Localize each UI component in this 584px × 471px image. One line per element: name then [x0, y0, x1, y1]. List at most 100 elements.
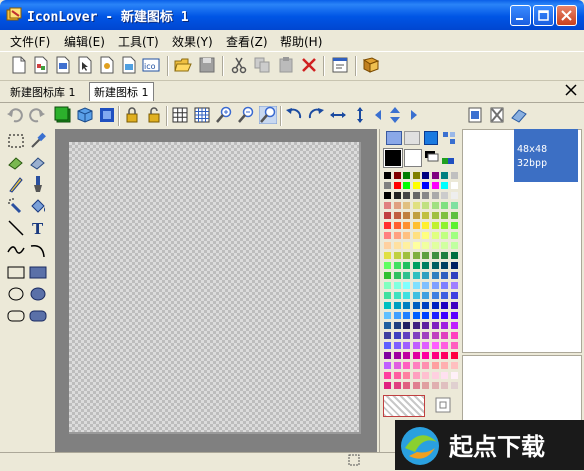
color-swatch[interactable]	[412, 362, 420, 369]
new-gif-icon[interactable]	[120, 56, 138, 74]
color-swatch[interactable]	[422, 292, 429, 299]
color-swatch[interactable]	[412, 312, 420, 319]
color-picker-icon[interactable]	[435, 397, 451, 413]
menu-view[interactable]: 查看(Z)	[226, 33, 268, 50]
cut-icon[interactable]	[230, 56, 248, 74]
color-swatch[interactable]	[393, 292, 401, 299]
color-swatch[interactable]	[393, 342, 401, 349]
color-swatch[interactable]	[431, 332, 439, 339]
color-swatch[interactable]	[441, 292, 448, 299]
spray-icon[interactable]	[6, 196, 26, 216]
color-swatch[interactable]	[422, 272, 429, 279]
color-swatch[interactable]	[412, 262, 420, 269]
color-swatch[interactable]	[422, 172, 429, 179]
color-swatch[interactable]	[450, 232, 458, 239]
color-swatch[interactable]	[412, 182, 420, 189]
line-icon[interactable]	[6, 218, 26, 238]
color-swatch[interactable]	[450, 322, 458, 329]
color-swatch[interactable]	[422, 252, 429, 259]
color-swatch[interactable]	[393, 352, 401, 359]
color-swatch[interactable]	[450, 382, 458, 389]
color-swatch[interactable]	[393, 312, 401, 319]
color-swatch[interactable]	[450, 302, 458, 309]
color-swatch[interactable]	[403, 292, 410, 299]
color-swatch[interactable]	[431, 312, 439, 319]
color-swatch[interactable]	[422, 192, 429, 199]
new-animated-icon[interactable]	[98, 56, 116, 74]
color-swatch[interactable]	[431, 302, 439, 309]
color-swatch[interactable]	[431, 172, 439, 179]
delete-icon[interactable]	[300, 56, 318, 74]
color-swatch[interactable]	[412, 202, 420, 209]
color-swatch[interactable]	[441, 242, 448, 249]
color-swatch[interactable]	[450, 332, 458, 339]
screen-color-option[interactable]	[404, 131, 420, 145]
color-swatch[interactable]	[422, 242, 429, 249]
shift-right-icon[interactable]	[402, 106, 420, 124]
color-swatch[interactable]	[431, 212, 439, 219]
menu-help[interactable]: 帮助(H)	[280, 33, 322, 50]
color-swatch[interactable]	[441, 222, 448, 229]
properties-icon[interactable]	[331, 56, 349, 74]
color-swatch[interactable]	[412, 172, 420, 179]
minimize-button[interactable]	[510, 5, 531, 26]
color-swatch[interactable]	[422, 302, 429, 309]
new-file-icon[interactable]	[10, 56, 28, 74]
menu-effects[interactable]: 效果(Y)	[172, 33, 213, 50]
color-swatch[interactable]	[403, 362, 410, 369]
color-swatch[interactable]	[393, 262, 401, 269]
color-swatch[interactable]	[403, 252, 410, 259]
color-swatch[interactable]	[412, 222, 420, 229]
color-swatch[interactable]	[422, 352, 429, 359]
color-swatch[interactable]	[431, 192, 439, 199]
flip-horizontal-icon[interactable]	[329, 106, 347, 124]
color-swatch[interactable]	[403, 312, 410, 319]
color-swatch[interactable]	[393, 182, 401, 189]
color-swatch[interactable]	[393, 332, 401, 339]
color-swatch[interactable]	[384, 242, 391, 249]
color-swatch[interactable]	[422, 222, 429, 229]
color-swatch[interactable]	[393, 302, 401, 309]
eraser-format-icon[interactable]	[510, 106, 528, 124]
help-book-icon[interactable]	[362, 56, 380, 74]
color-swatch[interactable]	[441, 262, 448, 269]
color-swatch[interactable]	[403, 222, 410, 229]
color-swatch[interactable]	[384, 262, 391, 269]
filled-rounded-rect-icon[interactable]	[28, 306, 48, 326]
color-swatch[interactable]	[450, 272, 458, 279]
eraser-icon[interactable]	[6, 152, 26, 172]
color-swatch[interactable]	[422, 362, 429, 369]
color-swatch[interactable]	[384, 282, 391, 289]
color-swatch[interactable]	[441, 302, 448, 309]
rotate-right-icon[interactable]	[307, 106, 325, 124]
color-swatch[interactable]	[403, 242, 410, 249]
color-swatch[interactable]	[384, 312, 391, 319]
color-swatch[interactable]	[450, 292, 458, 299]
color-swatch[interactable]	[431, 182, 439, 189]
copy-icon[interactable]	[253, 56, 271, 74]
open-folder-icon[interactable]	[174, 56, 192, 74]
color-swatch[interactable]	[441, 172, 448, 179]
color-swatch[interactable]	[412, 212, 420, 219]
color-swatch[interactable]	[441, 182, 448, 189]
color-swatch[interactable]	[441, 282, 448, 289]
color-swatch[interactable]	[450, 352, 458, 359]
color-swatch[interactable]	[441, 232, 448, 239]
drawing-canvas[interactable]	[69, 142, 361, 434]
color-swatch[interactable]	[384, 362, 391, 369]
save-icon[interactable]	[198, 56, 216, 74]
color-swatch[interactable]	[384, 232, 391, 239]
color-swatch[interactable]	[384, 222, 391, 229]
new-ico-icon[interactable]: ico	[142, 56, 160, 74]
color-swatch[interactable]	[431, 262, 439, 269]
image-format-icon[interactable]	[466, 106, 484, 124]
color-swatch[interactable]	[403, 282, 410, 289]
zoom-out-icon[interactable]	[237, 106, 255, 124]
grid-icon[interactable]	[171, 106, 189, 124]
color-swatch[interactable]	[422, 382, 429, 389]
fill-bucket-icon[interactable]	[28, 196, 48, 216]
color-swatch[interactable]	[412, 372, 420, 379]
color-swatch[interactable]	[431, 252, 439, 259]
color-swatch[interactable]	[441, 192, 448, 199]
delete-format-icon[interactable]	[488, 106, 506, 124]
